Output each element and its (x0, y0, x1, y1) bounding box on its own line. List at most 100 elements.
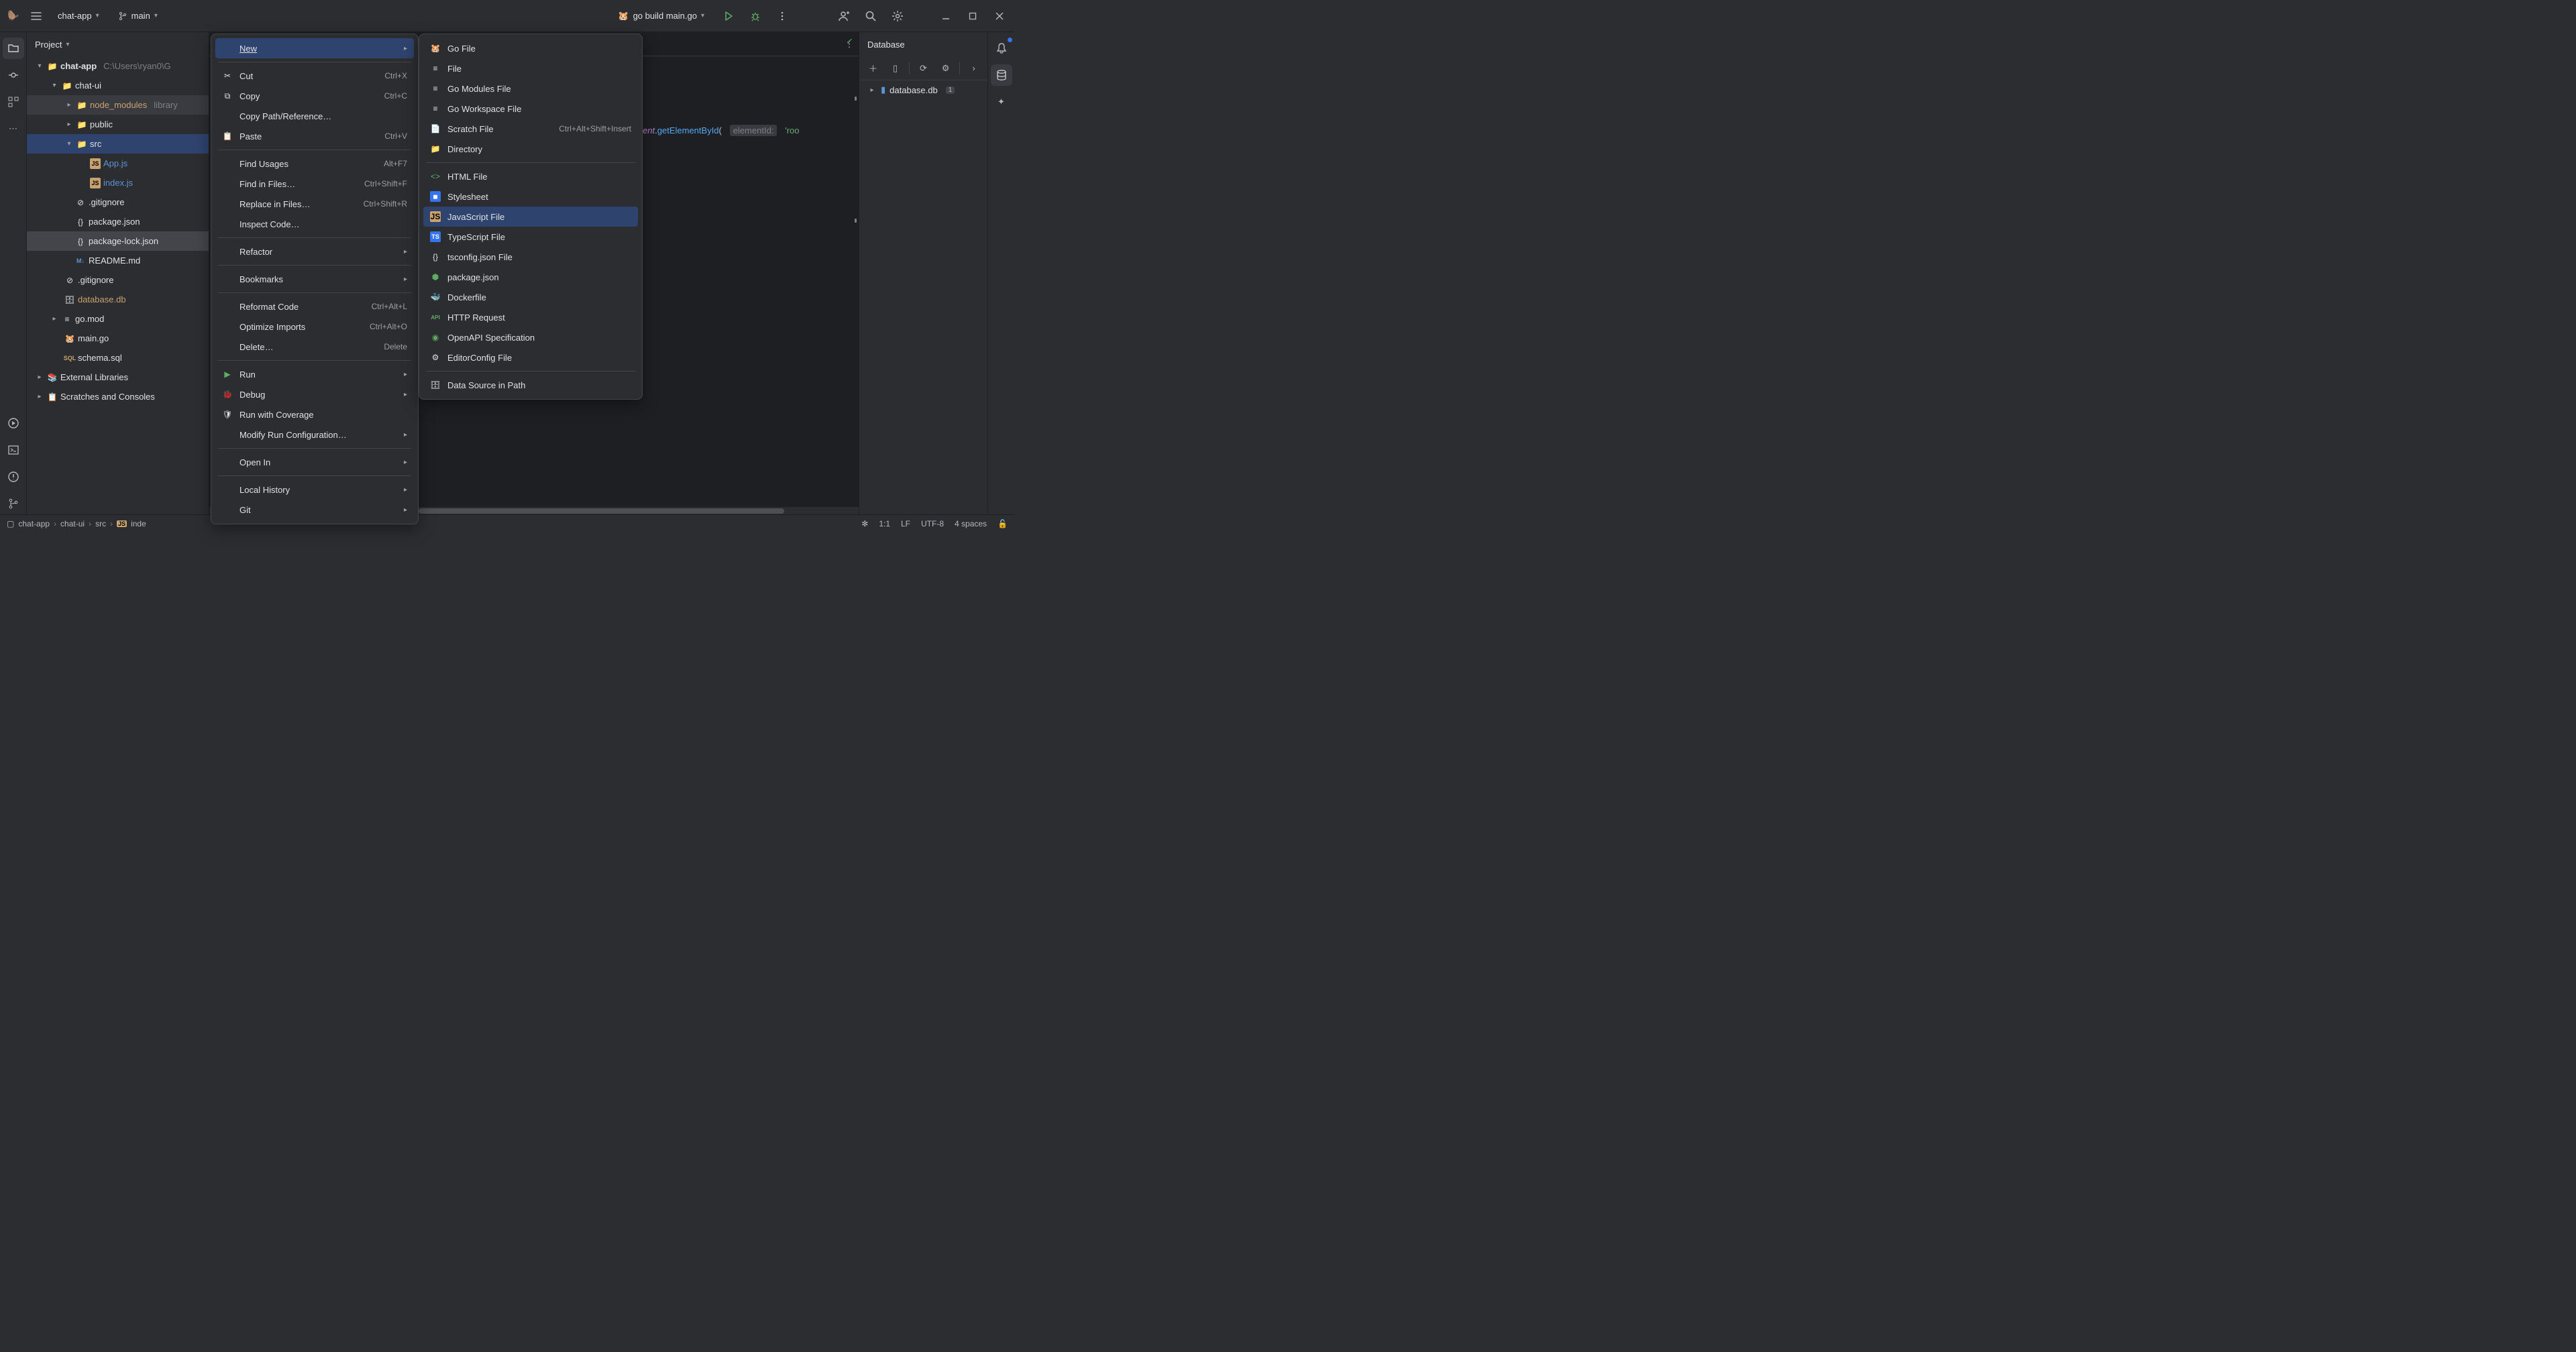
tree-file-database[interactable]: 🗄 database.db (27, 290, 209, 309)
menu-debug[interactable]: 🐞Debug▸ (215, 384, 414, 404)
menu-git[interactable]: Git▸ (215, 500, 414, 520)
db-item[interactable]: ▸ ▮ database.db 1 (859, 80, 987, 99)
project-selector[interactable]: chat-app ▾ (51, 8, 106, 23)
readonly-toggle[interactable]: 🔓 (998, 519, 1008, 528)
tree-file-main-go[interactable]: 🐹 main.go (27, 329, 209, 348)
menu-replace-in-files[interactable]: Replace in Files…Ctrl+Shift+R (215, 194, 414, 214)
tree-file-gitignore[interactable]: ⊘ .gitignore (27, 192, 209, 212)
menu-delete[interactable]: Delete…Delete (215, 337, 414, 357)
tree-folder-public[interactable]: ▸ 📁 public (27, 115, 209, 134)
tree-file-readme[interactable]: M↓ README.md (27, 251, 209, 270)
run-tool-button[interactable] (3, 412, 24, 434)
menu-new-package-json[interactable]: ⬢package.json (423, 267, 638, 287)
database-icon (996, 69, 1008, 81)
menu-find-usages[interactable]: Find UsagesAlt+F7 (215, 154, 414, 174)
commit-tool-button[interactable] (3, 64, 24, 86)
menu-paste[interactable]: 📋PasteCtrl+V (215, 126, 414, 146)
menu-new[interactable]: New▸ (215, 38, 414, 58)
more-tools-button[interactable]: ⋯ (3, 118, 24, 139)
tree-root[interactable]: ▾ 📁 chat-app C:\Users\ryan0\G (27, 56, 209, 76)
maximize-button[interactable] (963, 7, 982, 25)
twisty-closed-icon: ▸ (35, 393, 44, 400)
tree-file-package-json[interactable]: {} package.json (27, 212, 209, 231)
menu-local-history[interactable]: Local History▸ (215, 480, 414, 500)
close-button[interactable] (990, 7, 1009, 25)
folder-icon (7, 42, 19, 54)
database-tool-button[interactable] (991, 64, 1012, 86)
structure-tool-button[interactable] (3, 91, 24, 113)
code-with-me-button[interactable] (835, 7, 853, 25)
line-ending[interactable]: LF (901, 519, 910, 528)
tree-external-libraries[interactable]: ▸ 📚 External Libraries (27, 368, 209, 387)
tree-folder-src[interactable]: ▾ 📁 src (27, 134, 209, 154)
ai-assistant-button[interactable]: ✦ (991, 91, 1012, 113)
more-actions-button[interactable] (773, 7, 792, 25)
branch-selector[interactable]: main ▾ (111, 8, 164, 23)
main-menu-button[interactable] (27, 7, 46, 25)
menu-copy-path[interactable]: Copy Path/Reference… (215, 106, 414, 126)
project-tool-button[interactable] (3, 38, 24, 59)
menu-new-stylesheet[interactable]: ◼Stylesheet (423, 186, 638, 207)
menu-bookmarks[interactable]: Bookmarks▸ (215, 269, 414, 289)
vcs-tool-button[interactable] (3, 493, 24, 514)
tree-scratches[interactable]: ▸ 📋 Scratches and Consoles (27, 387, 209, 406)
notifications-button[interactable] (991, 38, 1012, 59)
menu-new-go-workspace[interactable]: ≡Go Workspace File (423, 99, 638, 119)
menu-new-scratch[interactable]: 📄Scratch FileCtrl+Alt+Shift+Insert (423, 119, 638, 139)
crumb: src (95, 519, 106, 528)
run-config-selector[interactable]: 🐹 go build main.go ▾ (611, 8, 711, 24)
tree-file-package-lock[interactable]: {} package-lock.json (27, 231, 209, 251)
indent[interactable]: 4 spaces (955, 519, 987, 528)
menu-new-datasource[interactable]: 🗄Data Source in Path (423, 375, 638, 395)
menu-copy[interactable]: ⧉CopyCtrl+C (215, 86, 414, 106)
menu-modify-run[interactable]: Modify Run Configuration…▸ (215, 425, 414, 445)
menu-new-dockerfile[interactable]: 🐳Dockerfile (423, 287, 638, 307)
menu-refactor[interactable]: Refactor▸ (215, 241, 414, 262)
menu-new-editorconfig[interactable]: ⚙EditorConfig File (423, 347, 638, 368)
menu-run[interactable]: ▶Run▸ (215, 364, 414, 384)
tree-file-go-mod[interactable]: ▸ ≡ go.mod (27, 309, 209, 329)
menu-open-in[interactable]: Open In▸ (215, 452, 414, 472)
tree-file-gitignore-root[interactable]: ⊘ .gitignore (27, 270, 209, 290)
menu-new-directory[interactable]: 📁Directory (423, 139, 638, 159)
problems-tool-button[interactable] (3, 466, 24, 488)
debug-button[interactable] (746, 7, 765, 25)
terminal-tool-button[interactable] (3, 439, 24, 461)
tree-file-app-js[interactable]: JS App.js (27, 154, 209, 173)
tree-file-index-js[interactable]: JS index.js (27, 173, 209, 192)
search-button[interactable] (861, 7, 880, 25)
menu-find-in-files[interactable]: Find in Files…Ctrl+Shift+F (215, 174, 414, 194)
progress-icon[interactable]: ✻ (861, 519, 868, 528)
menu-reformat[interactable]: Reformat CodeCtrl+Alt+L (215, 296, 414, 317)
menu-new-go-modules[interactable]: ≡Go Modules File (423, 78, 638, 99)
minimize-button[interactable] (936, 7, 955, 25)
data-source-props-button[interactable]: ▯ (887, 59, 904, 78)
tree-folder-chat-ui[interactable]: ▾ 📁 chat-ui (27, 76, 209, 95)
menu-new-tsconfig[interactable]: {}tsconfig.json File (423, 247, 638, 267)
breadcrumb[interactable]: ▢ chat-app › chat-ui › src › JS inde (7, 519, 146, 528)
menu-new-file[interactable]: ≡File (423, 58, 638, 78)
menu-new-http[interactable]: APIHTTP Request (423, 307, 638, 327)
refresh-button[interactable]: ⟳ (915, 59, 932, 78)
code-text: getElementById (657, 125, 719, 135)
menu-inspect[interactable]: Inspect Code… (215, 214, 414, 234)
project-panel-header[interactable]: Project ▾ (27, 32, 209, 56)
menu-new-javascript[interactable]: JSJavaScript File (423, 207, 638, 227)
add-datasource-button[interactable]: ＋ (865, 59, 881, 78)
scratch-icon: 📋 (47, 392, 58, 402)
menu-coverage[interactable]: 🛡Run with Coverage (215, 404, 414, 425)
db-settings-button[interactable]: ⚙ (937, 59, 954, 78)
menu-new-go-file[interactable]: 🐹Go File (423, 38, 638, 58)
run-button[interactable] (719, 7, 738, 25)
cursor-position[interactable]: 1:1 (879, 519, 890, 528)
encoding[interactable]: UTF-8 (921, 519, 944, 528)
tree-file-schema-sql[interactable]: SQL schema.sql (27, 348, 209, 368)
menu-new-typescript[interactable]: TSTypeScript File (423, 227, 638, 247)
menu-optimize[interactable]: Optimize ImportsCtrl+Alt+O (215, 317, 414, 337)
menu-cut[interactable]: ✂CutCtrl+X (215, 66, 414, 86)
tree-folder-node-modules[interactable]: ▸ 📁 node_modules library (27, 95, 209, 115)
menu-new-openapi[interactable]: ◉OpenAPI Specification (423, 327, 638, 347)
settings-button[interactable] (888, 7, 907, 25)
menu-new-html[interactable]: <>HTML File (423, 166, 638, 186)
collapse-button[interactable]: › (965, 59, 982, 78)
